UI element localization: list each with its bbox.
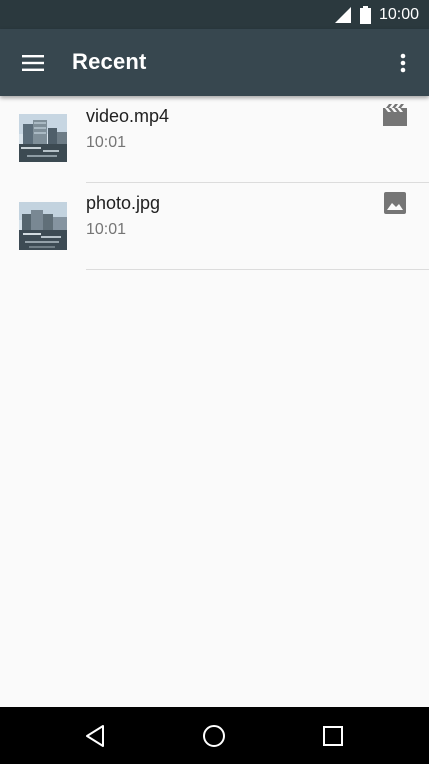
more-vert-icon[interactable]	[393, 49, 413, 77]
back-icon[interactable]	[80, 721, 110, 751]
file-name: photo.jpg	[86, 193, 161, 213]
image-icon	[384, 192, 406, 214]
file-row-photo[interactable]: photo.jpg 10:01	[0, 183, 429, 270]
recents-icon[interactable]	[318, 721, 348, 751]
file-thumbnail	[19, 202, 67, 250]
app-bar: Recent	[0, 29, 429, 96]
file-time: 10:01	[86, 134, 127, 151]
movie-icon	[383, 104, 407, 126]
file-time: 10:01	[86, 221, 127, 238]
recent-files-list: video.mp4 10:01 photo.jpg 10:01	[0, 96, 429, 270]
page-title: Recent	[72, 49, 147, 74]
status-time: 10:00	[378, 5, 419, 23]
home-icon[interactable]	[199, 721, 229, 751]
hamburger-menu-icon[interactable]	[20, 51, 46, 75]
file-thumbnail	[19, 114, 67, 162]
signal-icon	[334, 6, 351, 23]
battery-icon	[359, 5, 371, 24]
file-row-video[interactable]: video.mp4 10:01	[0, 96, 429, 183]
file-name: video.mp4	[86, 106, 170, 126]
status-bar: 10:00	[0, 0, 429, 29]
row-divider	[86, 269, 429, 270]
navigation-bar	[0, 707, 429, 764]
